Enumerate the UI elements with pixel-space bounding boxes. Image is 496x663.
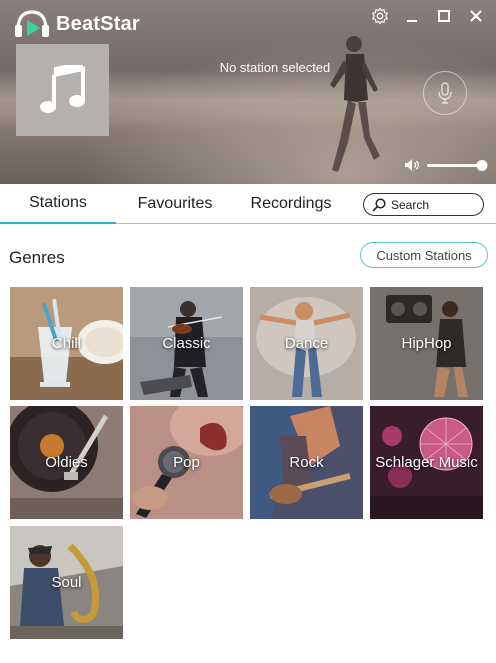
- gear-icon: [372, 7, 388, 25]
- tab-recordings[interactable]: Recordings: [240, 184, 342, 224]
- custom-stations-button[interactable]: Custom Stations: [360, 242, 488, 268]
- music-note-icon: [39, 65, 85, 113]
- close-button[interactable]: [466, 6, 486, 26]
- headphones-play-icon: [15, 10, 49, 37]
- genre-label: Soul: [51, 574, 82, 591]
- album-art: [16, 44, 109, 136]
- genre-tile-dance[interactable]: Dance: [250, 287, 363, 400]
- volume-slider[interactable]: [427, 160, 488, 171]
- search-box[interactable]: [363, 193, 484, 216]
- search-input[interactable]: [391, 197, 476, 212]
- volume-slider-handle[interactable]: [476, 160, 488, 171]
- genre-tile-pop[interactable]: Pop: [130, 406, 243, 519]
- tab-favourites[interactable]: Favourites: [126, 184, 224, 224]
- app-logo: BeatStar: [14, 9, 140, 39]
- close-icon: [470, 10, 482, 22]
- window-controls: [370, 6, 486, 26]
- minimize-button[interactable]: [402, 6, 422, 26]
- tab-stations[interactable]: Stations: [0, 184, 116, 224]
- genre-label: HipHop: [401, 335, 452, 352]
- minimize-icon: [407, 20, 417, 22]
- genre-label: Rock: [289, 454, 324, 471]
- genre-tile-hiphop[interactable]: HipHop: [370, 287, 483, 400]
- station-status: No station selected: [219, 60, 331, 75]
- genre-tile-oldies[interactable]: Oldies: [10, 406, 123, 519]
- genre-label: Oldies: [45, 454, 88, 471]
- genre-tile-classic[interactable]: Classic: [130, 287, 243, 400]
- maximize-button[interactable]: [434, 6, 454, 26]
- genre-label: Classic: [162, 335, 211, 352]
- genre-tile-rock[interactable]: Rock: [250, 406, 363, 519]
- genres-heading: Genres: [9, 248, 65, 267]
- speaker-icon[interactable]: [404, 158, 420, 172]
- genre-label: Schlager Music: [375, 454, 478, 471]
- genre-tile-soul[interactable]: Soul: [10, 526, 123, 639]
- search-icon: [372, 197, 386, 212]
- genre-label: Chill: [51, 335, 82, 352]
- genre-tile-schlager-music[interactable]: Schlager Music: [370, 406, 483, 519]
- genre-tile-chill[interactable]: Chill: [10, 287, 123, 400]
- voice-search-button[interactable]: [423, 71, 467, 115]
- app-title: BeatStar: [56, 12, 140, 35]
- microphone-icon: [438, 82, 452, 104]
- genre-label: Dance: [284, 335, 329, 352]
- header-photo-figure: [330, 36, 380, 172]
- settings-button[interactable]: [370, 6, 390, 26]
- player-header: BeatStar No station selected: [0, 0, 496, 184]
- maximize-icon: [438, 10, 450, 22]
- genre-label: Pop: [173, 454, 200, 471]
